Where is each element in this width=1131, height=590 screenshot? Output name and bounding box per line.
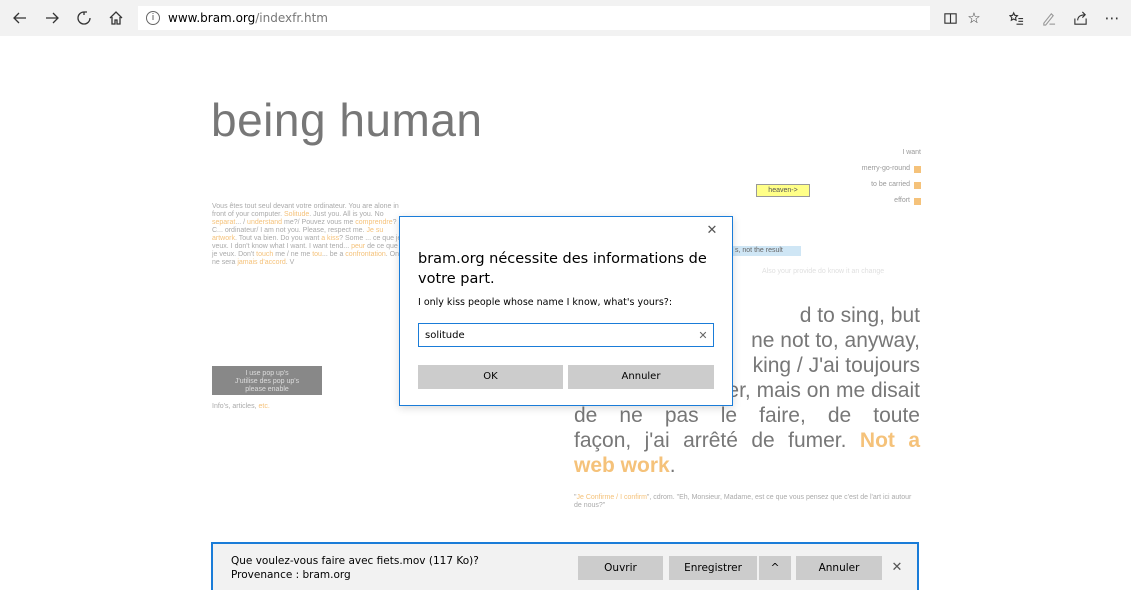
- save-button[interactable]: Enregistrer: [669, 556, 757, 580]
- enable-popups-button[interactable]: I use pop up's J'utilise des pop up's pl…: [212, 366, 322, 395]
- browser-toolbar: i www.bram.org/indexfr.htm ☆ ⋯: [0, 0, 1131, 36]
- chevron-up-icon[interactable]: ^: [759, 556, 791, 580]
- dialog-message: I only kiss people whose name I know, wh…: [418, 297, 673, 308]
- page-title: being human: [211, 94, 483, 146]
- favorites-hub-icon[interactable]: [1004, 6, 1028, 30]
- right-menu: I want merry-go-round to be carried effo…: [771, 145, 921, 209]
- browser-window: i www.bram.org/indexfr.htm ☆ ⋯ being hum…: [0, 0, 1131, 590]
- square-icon: [914, 165, 921, 173]
- back-icon[interactable]: [8, 6, 32, 30]
- link-comprendre[interactable]: comprendre: [355, 219, 392, 226]
- link-separate[interactable]: separat: [212, 219, 235, 226]
- footnote: "Je Confirme / I confirm", cdrom. "Eh, M…: [574, 494, 912, 509]
- download-question: Que voulez-vous faire avec fiets.mov (11…: [231, 555, 479, 567]
- infos-line: Info's, articles, etc.: [212, 403, 270, 410]
- address-bar[interactable]: i www.bram.org/indexfr.htm: [138, 6, 930, 30]
- download-source: Provenance : bram.org: [231, 569, 351, 581]
- heaven-link[interactable]: heaven->: [756, 184, 810, 197]
- link-artwork[interactable]: artwork: [212, 235, 235, 242]
- link-je-suis[interactable]: Je su: [366, 227, 383, 234]
- url-path: /indexfr.htm: [255, 11, 328, 25]
- ok-button[interactable]: OK: [418, 365, 563, 389]
- close-icon[interactable]: ✕: [887, 558, 907, 578]
- link-je-confirme[interactable]: Je Confirme / I confirm: [577, 494, 647, 501]
- intro-paragraph: Vous êtes tout seul devant votre ordinat…: [212, 203, 402, 266]
- dialog-title: bram.org nécessite des informations de v…: [418, 251, 707, 287]
- clear-input-icon[interactable]: ✕: [693, 329, 713, 342]
- cancel-button[interactable]: Annuler: [568, 365, 714, 389]
- faint-note: Also your provide do know it an change: [762, 268, 885, 275]
- link-solitude[interactable]: Solitude: [284, 211, 309, 218]
- forward-icon[interactable]: [40, 6, 64, 30]
- square-icon: [914, 181, 921, 189]
- download-cancel-button[interactable]: Annuler: [796, 556, 882, 580]
- more-icon[interactable]: ⋯: [1100, 6, 1124, 30]
- web-note-icon[interactable]: [1036, 6, 1060, 30]
- site-info-icon[interactable]: i: [146, 11, 160, 25]
- favorite-star-icon[interactable]: ☆: [962, 6, 986, 30]
- open-button[interactable]: Ouvrir: [578, 556, 663, 580]
- home-icon[interactable]: [104, 6, 128, 30]
- link-a-kiss[interactable]: a kiss: [321, 235, 339, 242]
- prompt-dialog: ✕ bram.org nécessite des informations de…: [399, 216, 733, 406]
- url-domain: www.bram.org: [168, 11, 256, 25]
- link-peur[interactable]: peur: [351, 243, 365, 250]
- link-touche[interactable]: tou: [312, 251, 322, 258]
- name-input[interactable]: [419, 325, 693, 345]
- url-text[interactable]: www.bram.org/indexfr.htm: [168, 11, 328, 25]
- menu-item-i-want[interactable]: I want: [771, 145, 921, 161]
- reading-view-icon[interactable]: [938, 6, 962, 30]
- link-understand[interactable]: understand: [247, 219, 282, 226]
- link-jamais-daccord[interactable]: jamais d'accord: [237, 259, 285, 266]
- name-input-field[interactable]: ✕: [418, 323, 714, 347]
- close-icon[interactable]: ✕: [704, 223, 720, 239]
- menu-item-merry-go-round[interactable]: merry-go-round: [771, 161, 921, 177]
- highlighted-text: s, not the result: [733, 246, 801, 256]
- download-bar: Que voulez-vous faire avec fiets.mov (11…: [211, 542, 919, 590]
- share-icon[interactable]: [1068, 6, 1092, 30]
- download-info: Que voulez-vous faire avec fiets.mov (11…: [231, 554, 479, 582]
- link-etc[interactable]: etc.: [258, 403, 269, 410]
- link-touch[interactable]: touch: [256, 251, 273, 258]
- square-icon: [914, 197, 921, 205]
- refresh-icon[interactable]: [72, 6, 96, 30]
- link-confrontation[interactable]: confrontation: [345, 251, 385, 258]
